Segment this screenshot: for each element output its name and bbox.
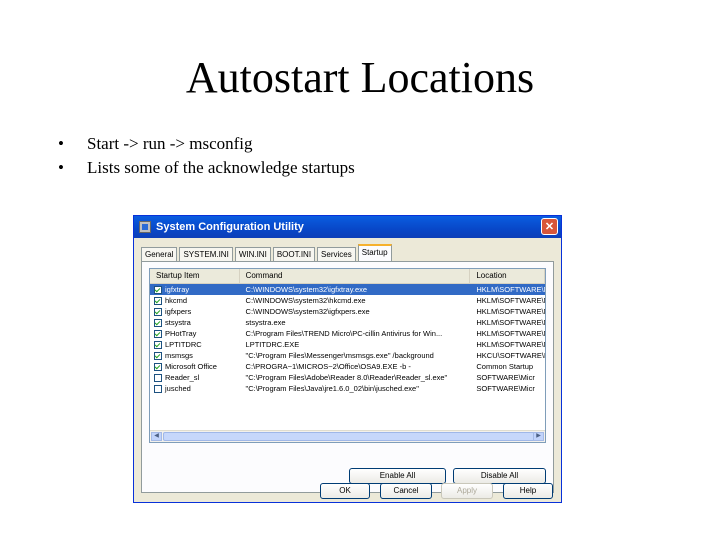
startup-item-name: jusched xyxy=(165,384,191,393)
startup-item-cell: LPTITDRC xyxy=(150,339,240,350)
startup-checkbox[interactable] xyxy=(154,340,162,349)
slide-title: Autostart Locations xyxy=(185,53,535,102)
tab-boot-ini[interactable]: BOOT.INI xyxy=(272,247,316,261)
window-title: System Configuration Utility xyxy=(156,221,304,233)
list-rows: igfxtray C:\WINDOWS\system32\igfxtray.exe… xyxy=(150,284,545,394)
list-header: Startup Item Command Location xyxy=(150,269,545,284)
startup-list[interactable]: Startup Item Command Location igfxtray C:… xyxy=(149,268,546,443)
disable-all-button[interactable]: Disable All xyxy=(453,468,546,484)
column-header-command[interactable]: Command xyxy=(240,269,471,283)
bullet-text: Start -> run -> msconfig xyxy=(87,134,253,153)
location-cell: HKLM\SOFTWARE\M xyxy=(476,296,545,305)
list-item[interactable]: stsystra stsystra.exe HKLM\SOFTWARE\M xyxy=(150,317,545,328)
ok-button[interactable]: OK xyxy=(320,483,370,499)
startup-checkbox[interactable] xyxy=(154,296,162,305)
apply-button[interactable]: Apply xyxy=(441,483,493,499)
list-item[interactable]: msmsgs "C:\Program Files\Messenger\msmsgs… xyxy=(150,350,545,361)
bullet-marker: • xyxy=(58,158,64,177)
tab-services[interactable]: Services xyxy=(317,247,356,261)
command-cell: LPTITDRC.EXE xyxy=(245,340,300,349)
column-header-location[interactable]: Location xyxy=(470,269,545,283)
location-cell: HKLM\SOFTWARE\M xyxy=(476,307,545,316)
startup-checkbox[interactable] xyxy=(154,373,162,382)
command-cell: C:\Program Files\TREND Micro\PC-cillin A… xyxy=(245,329,443,338)
scroll-right-icon[interactable]: ▶ xyxy=(533,432,544,441)
startup-item-cell: igfxpers xyxy=(150,306,240,317)
location-cell: Common Startup xyxy=(476,362,534,371)
list-item[interactable]: Microsoft Office C:\PROGRA~1\MICROS~2\Off… xyxy=(150,361,545,372)
system-configuration-window: System Configuration Utility ✕ General S… xyxy=(133,215,562,503)
list-item[interactable]: LPTITDRC LPTITDRC.EXE HKLM\SOFTWARE\M xyxy=(150,339,545,350)
tab-win-ini[interactable]: WIN.INI xyxy=(234,247,271,261)
tab-strip: General SYSTEM.INI WIN.INI BOOT.INI Serv… xyxy=(141,244,394,261)
tab-startup[interactable]: Startup xyxy=(357,244,392,261)
location-cell: HKCU\SOFTWARE\M xyxy=(476,351,545,360)
scrollbar-thumb[interactable] xyxy=(163,432,543,441)
startup-item-name: stsystra xyxy=(165,318,191,327)
bullet-text: Lists some of the acknowledge startups xyxy=(87,158,355,177)
startup-item-cell: Microsoft Office xyxy=(150,361,240,372)
close-button[interactable]: ✕ xyxy=(541,218,558,235)
window-titlebar[interactable]: System Configuration Utility ✕ xyxy=(134,216,561,238)
startup-item-cell: jusched xyxy=(150,383,240,394)
command-cell: C:\PROGRA~1\MICROS~2\Office\OSA9.EXE -b … xyxy=(245,362,411,371)
startup-item-name: Reader_sl xyxy=(165,373,200,382)
startup-item-cell: Reader_sl xyxy=(150,372,240,383)
horizontal-scrollbar[interactable]: ◀ ▶ xyxy=(150,430,545,442)
startup-item-name: igfxtray xyxy=(165,285,190,294)
command-cell: "C:\Program Files\Messenger\msmsgs.exe" … xyxy=(245,351,434,360)
cancel-button[interactable]: Cancel xyxy=(380,483,432,499)
startup-checkbox[interactable] xyxy=(154,329,162,338)
startup-checkbox[interactable] xyxy=(154,351,162,360)
list-item[interactable]: jusched "C:\Program Files\Java\jre1.6.0_0… xyxy=(150,383,545,394)
list-item[interactable]: hkcmd C:\WINDOWS\system32\hkcmd.exe HKLM\S… xyxy=(150,295,545,306)
startup-checkbox[interactable] xyxy=(154,285,162,294)
startup-item-name: hkcmd xyxy=(165,296,188,305)
location-cell: SOFTWARE\Micr xyxy=(476,373,535,382)
startup-checkbox[interactable] xyxy=(154,362,162,371)
startup-item-name: Microsoft Office xyxy=(165,362,217,371)
list-item[interactable]: Reader_sl "C:\Program Files\Adobe\Reader … xyxy=(150,372,545,383)
location-cell: HKLM\SOFTWARE\M xyxy=(476,340,545,349)
command-cell: C:\WINDOWS\system32\igfxpers.exe xyxy=(245,307,370,316)
list-item[interactable]: PHotTray C:\Program Files\TREND Micro\PC-… xyxy=(150,328,545,339)
scroll-left-icon[interactable]: ◀ xyxy=(151,432,162,441)
column-header-startup-item[interactable]: Startup Item xyxy=(150,269,240,283)
startup-item-cell: hkcmd xyxy=(150,295,240,306)
enable-all-button[interactable]: Enable All xyxy=(349,468,446,484)
command-cell: stsystra.exe xyxy=(245,318,286,327)
startup-checkbox[interactable] xyxy=(154,307,162,316)
startup-item-name: msmsgs xyxy=(165,351,193,360)
help-button[interactable]: Help xyxy=(503,483,553,499)
startup-item-cell: igfxtray xyxy=(150,284,240,295)
startup-item-cell: msmsgs xyxy=(150,350,240,361)
app-icon xyxy=(139,221,151,233)
tab-general[interactable]: General xyxy=(141,247,178,261)
startup-checkbox[interactable] xyxy=(154,318,162,327)
bullet-list: • Start -> run -> msconfig • Lists some of… xyxy=(58,132,355,180)
startup-item-name: PHotTray xyxy=(165,329,197,338)
startup-item-name: igfxpers xyxy=(165,307,192,316)
location-cell: HKLM\SOFTWARE\M xyxy=(476,318,545,327)
bullet-marker: • xyxy=(58,134,64,153)
bullet-item: • Start -> run -> msconfig xyxy=(58,132,355,156)
command-cell: "C:\Program Files\Java\jre1.6.0_02\bin\j… xyxy=(245,384,419,393)
startup-panel: Startup Item Command Location igfxtray C:… xyxy=(141,261,554,493)
command-cell: C:\WINDOWS\system32\igfxtray.exe xyxy=(245,285,368,294)
command-cell: C:\WINDOWS\system32\hkcmd.exe xyxy=(245,296,366,305)
list-item[interactable]: igfxpers C:\WINDOWS\system32\igfxpers.exe… xyxy=(150,306,545,317)
command-cell: "C:\Program Files\Adobe\Reader 8.0\Reade… xyxy=(245,373,448,382)
location-cell: HKLM\SOFTWARE\M xyxy=(476,329,545,338)
startup-checkbox[interactable] xyxy=(154,384,162,393)
startup-item-cell: stsystra xyxy=(150,317,240,328)
location-cell: SOFTWARE\Micr xyxy=(476,384,535,393)
list-item[interactable]: igfxtray C:\WINDOWS\system32\igfxtray.exe… xyxy=(150,284,545,295)
location-cell: HKLM\SOFTWARE\M xyxy=(476,285,545,294)
bullet-item: • Lists some of the acknowledge startups xyxy=(58,156,355,180)
startup-item-cell: PHotTray xyxy=(150,328,240,339)
tab-system-ini[interactable]: SYSTEM.INI xyxy=(179,247,233,261)
startup-item-name: LPTITDRC xyxy=(165,340,202,349)
